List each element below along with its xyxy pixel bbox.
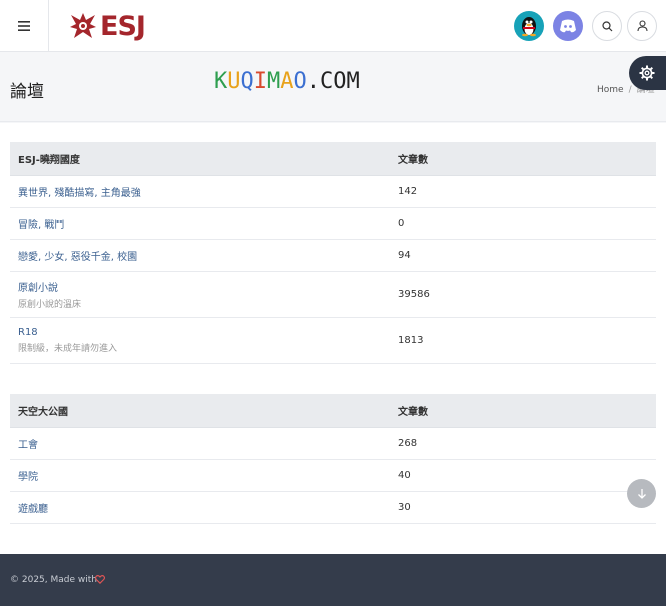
- discord-button[interactable]: [553, 11, 583, 41]
- brand-letter: O: [293, 69, 307, 94]
- post-count: 94: [398, 239, 656, 272]
- forum-table-esj: ESJ-曉翔國度 文章數 異世界, 殘酷描寫, 主角最強 142 冒險, 戰鬥 …: [10, 142, 656, 364]
- forum-link[interactable]: 戀愛, 少女, 惡役千金, 校園: [18, 252, 137, 263]
- table-row: 異世界, 殘酷描寫, 主角最強 142: [10, 175, 656, 208]
- footer-copyright: © 2025, Made with: [10, 575, 97, 585]
- arrow-down-icon: [637, 489, 646, 499]
- qq-penguin-icon: [522, 17, 536, 37]
- user-icon: [636, 20, 648, 32]
- brand-watermark: KUQIMAO.COM: [214, 69, 360, 94]
- table-row: 戀愛, 少女, 惡役千金, 校園 94: [10, 239, 656, 272]
- forum-description: 原創小說的溫床: [18, 299, 82, 310]
- table-row: 原創小說 原創小說的溫床 39586: [10, 271, 656, 318]
- site-logo[interactable]: ESJ: [68, 10, 146, 42]
- brand-letter: C: [320, 69, 334, 94]
- forum-link[interactable]: 學院: [18, 472, 38, 483]
- forum-link[interactable]: 異世界, 殘酷描寫, 主角最強: [18, 188, 141, 199]
- forum-description: 限制級，未成年請勿進入: [18, 343, 118, 354]
- brand-letter: M: [267, 69, 281, 94]
- forum-link[interactable]: 原創小說: [18, 283, 58, 294]
- menu-icon: [18, 21, 30, 31]
- logo-text: ESJ: [100, 10, 146, 42]
- table-header-category: 天空大公國: [10, 394, 398, 428]
- post-count: 40: [398, 459, 656, 492]
- user-button[interactable]: [627, 11, 657, 41]
- table-header-category: ESJ-曉翔國度: [10, 142, 398, 176]
- post-count: 30: [398, 491, 656, 524]
- forum-link[interactable]: 遊戲廳: [18, 504, 48, 515]
- brand-letter: M: [346, 69, 360, 94]
- forum-content: ESJ-曉翔國度 文章數 異世界, 殘酷描寫, 主角最強 142 冒險, 戰鬥 …: [0, 123, 666, 554]
- brand-letter: U: [227, 69, 241, 94]
- search-button[interactable]: [592, 11, 622, 41]
- table-row: 冒險, 戰鬥 0: [10, 207, 656, 240]
- top-navbar: ESJ: [0, 0, 666, 52]
- brand-letter: .: [306, 69, 320, 94]
- table-row: R18 限制級，未成年請勿進入 1813: [10, 317, 656, 364]
- brand-letter: Q: [240, 69, 254, 94]
- breadcrumb-home-link[interactable]: Home: [597, 85, 624, 95]
- page-title: 論壇: [10, 82, 44, 102]
- breadcrumb-separator: /: [628, 85, 632, 95]
- post-count: 0: [398, 207, 656, 240]
- table-row: 工會 268: [10, 427, 656, 460]
- table-header-count: 文章數: [398, 142, 656, 176]
- post-count: 142: [398, 175, 656, 208]
- table-row: 學院 40: [10, 459, 656, 492]
- menu-button[interactable]: [0, 0, 49, 52]
- table-row: 遊戲廳 30: [10, 491, 656, 524]
- page-header: 論壇 KUQIMAO.COM Home / 論壇: [0, 52, 666, 122]
- footer: © 2025, Made with: [0, 554, 666, 606]
- forum-link[interactable]: 工會: [18, 440, 38, 451]
- scroll-down-button[interactable]: [627, 479, 656, 508]
- discord-icon: [560, 19, 576, 33]
- table-header-count: 文章數: [398, 394, 656, 428]
- forum-link[interactable]: 冒險, 戰鬥: [18, 220, 64, 231]
- post-count: 1813: [398, 317, 656, 364]
- logo-emblem-icon: [70, 13, 96, 38]
- forum-table-sky-duchy: 天空大公國 文章數 工會 268 學院 40 遊戲廳 30: [10, 394, 656, 524]
- post-count: 39586: [398, 271, 656, 318]
- settings-button[interactable]: [629, 56, 666, 90]
- brand-letter: O: [333, 69, 347, 94]
- gear-icon: [639, 65, 655, 81]
- brand-letter: A: [280, 69, 294, 94]
- post-count: 268: [398, 427, 656, 460]
- forum-link[interactable]: R18: [18, 327, 38, 338]
- heart-icon: [95, 575, 105, 584]
- brand-letter: I: [253, 69, 267, 94]
- search-icon: [601, 20, 612, 31]
- brand-letter: K: [214, 69, 228, 94]
- qq-button[interactable]: [514, 11, 544, 41]
